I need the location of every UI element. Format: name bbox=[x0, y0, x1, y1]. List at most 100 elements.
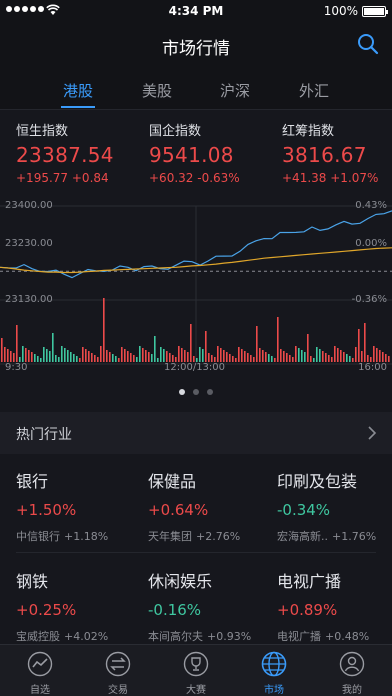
industry-change: -0.34% bbox=[277, 501, 331, 519]
industry-cell[interactable]: 休闲娱乐 -0.16% 本间高尔夫 +0.93% bbox=[148, 568, 274, 644]
tab-hk[interactable]: 港股 bbox=[38, 80, 118, 101]
volume-bar bbox=[241, 349, 243, 362]
volume-bar bbox=[67, 350, 69, 362]
market-tabs: 港股 美股 沪深 外汇 bbox=[0, 66, 392, 110]
time-label-open: 9:30 bbox=[5, 362, 28, 373]
volume-bar bbox=[247, 353, 249, 362]
volume-bar bbox=[379, 350, 381, 362]
volume-bar bbox=[4, 347, 6, 362]
volume-bar bbox=[184, 350, 186, 362]
pct-label-mid: 0.00% bbox=[355, 238, 387, 249]
volume-bar bbox=[358, 329, 360, 362]
volume-bar bbox=[256, 326, 258, 362]
volume-bar bbox=[298, 348, 300, 362]
status-bar: 4:34 PM 100% bbox=[0, 0, 392, 22]
volume-bar bbox=[289, 355, 291, 362]
volume-bar bbox=[151, 354, 153, 362]
tab-us[interactable]: 美股 bbox=[117, 80, 197, 101]
index-card-hscei[interactable]: 国企指数 9541.08 +60.32 -0.63% bbox=[149, 120, 279, 185]
volume-bar bbox=[76, 356, 78, 362]
volume-bar bbox=[226, 352, 228, 362]
industry-name: 银行 bbox=[16, 472, 49, 491]
volume-bar bbox=[94, 355, 96, 362]
industry-cell[interactable]: 电视广播 +0.89% 电视广播 +0.48% bbox=[277, 568, 389, 644]
index-value: 23387.54 bbox=[16, 143, 114, 167]
volume-bar bbox=[106, 350, 108, 362]
volume-bar bbox=[79, 358, 81, 362]
volume-bar bbox=[346, 354, 348, 362]
volume-bar bbox=[232, 356, 234, 362]
volume-bar bbox=[46, 349, 48, 362]
volume-bar bbox=[130, 353, 132, 362]
tab-sh-sz[interactable]: 沪深 bbox=[195, 80, 275, 101]
page-dot bbox=[207, 389, 213, 395]
industry-leader: 宝威控股 +4.02% bbox=[16, 630, 109, 643]
index-change: +60.32 -0.63% bbox=[149, 171, 240, 185]
industry-cell[interactable]: 钢铁 +0.25% 宝威控股 +4.02% bbox=[16, 568, 142, 644]
industry-cell[interactable]: 印刷及包装 -0.34% 宏海高新.. +1.76% bbox=[277, 468, 389, 544]
tabbar-watchlist[interactable]: 自选 bbox=[1, 645, 79, 696]
volume-bar bbox=[220, 348, 222, 362]
volume-bar bbox=[25, 348, 27, 362]
volume-bar bbox=[16, 325, 18, 362]
volume-bar bbox=[82, 347, 84, 362]
tab-underline bbox=[61, 106, 95, 108]
section-title: 热门行业 bbox=[16, 427, 72, 443]
volume-bar bbox=[148, 352, 150, 362]
volume-bar bbox=[355, 347, 357, 362]
volume-bar bbox=[331, 357, 333, 362]
volume-bar bbox=[277, 317, 279, 362]
index-name: 恒生指数 bbox=[16, 124, 69, 139]
industry-name: 休闲娱乐 bbox=[148, 572, 213, 591]
volume-bar bbox=[100, 346, 102, 362]
divider bbox=[16, 552, 376, 553]
volume-bar bbox=[262, 350, 264, 362]
chevron-right-icon bbox=[368, 426, 377, 440]
industry-cell[interactable]: 银行 +1.50% 中信银行 +1.18% bbox=[16, 468, 142, 544]
volume-bar bbox=[301, 350, 303, 362]
volume-bar bbox=[388, 356, 390, 362]
industry-change: +0.25% bbox=[16, 601, 77, 619]
globe-icon bbox=[261, 651, 287, 677]
hot-industries-header[interactable]: 热门行业 bbox=[0, 412, 392, 454]
tabbar-trade[interactable]: 交易 bbox=[79, 645, 157, 696]
industry-leader: 宏海高新.. +1.76% bbox=[277, 530, 377, 543]
tabbar-label: 大赛 bbox=[186, 685, 206, 696]
volume-bar bbox=[166, 351, 168, 362]
search-icon[interactable] bbox=[356, 32, 380, 56]
volume-bar bbox=[139, 346, 141, 362]
volume-bar bbox=[70, 352, 72, 362]
volume-bar bbox=[343, 352, 345, 362]
volume-bar bbox=[121, 347, 123, 362]
volume-bar bbox=[43, 347, 45, 362]
volume-bar bbox=[145, 350, 147, 362]
volume-bar bbox=[13, 353, 15, 362]
tabbar-market[interactable]: 市场 bbox=[235, 645, 313, 696]
page-indicator[interactable] bbox=[0, 389, 392, 395]
tabbar-me[interactable]: 我的 bbox=[313, 645, 391, 696]
volume-bar bbox=[328, 355, 330, 362]
volume-bar bbox=[235, 358, 237, 362]
volume-bar bbox=[292, 357, 294, 362]
intraday-chart[interactable]: 23400.00 23230.00 23130.00 0.43% 0.00% -… bbox=[0, 194, 392, 380]
volume-bar bbox=[40, 358, 42, 362]
index-card-hsi[interactable]: 恒生指数 23387.54 +195.77 +0.84 bbox=[16, 120, 146, 185]
page-dot bbox=[193, 389, 199, 395]
index-card-hscci[interactable]: 红筹指数 3816.67 +41.38 +1.07% bbox=[282, 120, 392, 185]
volume-bar bbox=[136, 357, 138, 362]
volume-bar bbox=[181, 348, 183, 362]
volume-bar bbox=[271, 356, 273, 362]
volume-bar bbox=[382, 352, 384, 362]
volume-bar bbox=[304, 352, 306, 362]
volume-bar bbox=[244, 351, 246, 362]
pct-label-bottom: -0.36% bbox=[351, 294, 387, 305]
tabbar-contest[interactable]: 大赛 bbox=[157, 645, 235, 696]
index-change: +41.38 +1.07% bbox=[282, 171, 379, 185]
volume-bar bbox=[7, 349, 9, 362]
volume-bar bbox=[91, 353, 93, 362]
industry-cell[interactable]: 保健品 +0.64% 天年集团 +2.76% bbox=[148, 468, 274, 544]
tab-forex[interactable]: 外汇 bbox=[274, 80, 354, 101]
volume-bar bbox=[319, 349, 321, 362]
volume-bar bbox=[238, 347, 240, 362]
volume-bar bbox=[55, 355, 57, 362]
